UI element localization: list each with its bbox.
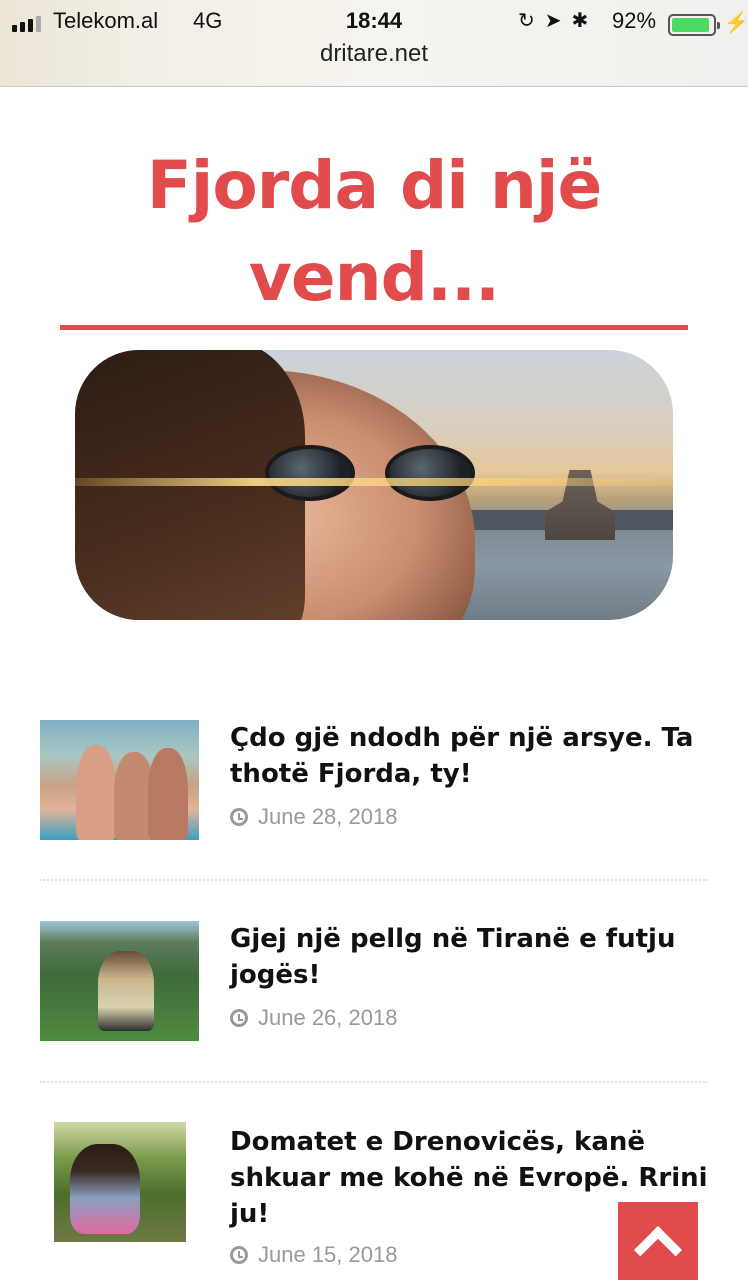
battery-icon bbox=[668, 14, 720, 36]
hero-light-flare bbox=[75, 478, 673, 486]
clock-icon bbox=[230, 1009, 248, 1027]
location-icon: ➤ bbox=[544, 10, 562, 32]
post-item[interactable]: Çdo gjë ndodh për një arsye. Ta thotë Fj… bbox=[40, 720, 708, 850]
post-title[interactable]: Çdo gjë ndodh për një arsye. Ta thotë Fj… bbox=[230, 720, 708, 792]
hero-sunglasses bbox=[265, 445, 505, 505]
status-icons: ↻ ➤ ✱ bbox=[518, 8, 588, 33]
bluetooth-icon: ✱ bbox=[571, 10, 589, 32]
thumb-figure bbox=[148, 748, 188, 840]
scroll-to-top-button[interactable] bbox=[618, 1202, 698, 1280]
thumb-person bbox=[98, 951, 154, 1031]
rotation-lock-icon: ↻ bbox=[518, 10, 535, 32]
address-bar-url[interactable]: dritare.net bbox=[0, 40, 748, 68]
clock-icon bbox=[230, 1246, 248, 1264]
post-thumbnail[interactable] bbox=[40, 921, 199, 1041]
post-divider bbox=[40, 879, 708, 881]
post-date: June 26, 2018 bbox=[230, 1005, 397, 1031]
post-item[interactable]: Domatet e Drenovicës, kanë shkuar me koh… bbox=[40, 1122, 708, 1280]
post-date: June 15, 2018 bbox=[230, 1242, 397, 1268]
browser-top-bar: Telekom.al 4G 18:44 ↻ ➤ ✱ 92% ⚡ dritare.… bbox=[0, 0, 748, 87]
post-title[interactable]: Gjej një pellg në Tiranë e futju jogës! bbox=[230, 921, 708, 993]
status-bar: Telekom.al 4G 18:44 ↻ ➤ ✱ 92% ⚡ bbox=[0, 6, 748, 36]
page-title: Fjorda di një vend... bbox=[146, 147, 603, 316]
post-date: June 28, 2018 bbox=[230, 804, 397, 830]
clock-icon bbox=[230, 808, 248, 826]
post-item[interactable]: Gjej një pellg në Tiranë e futju jogës! … bbox=[40, 921, 708, 1051]
thumb-figure bbox=[76, 745, 116, 840]
post-date-text: June 15, 2018 bbox=[258, 1242, 398, 1267]
thumb-person bbox=[70, 1144, 140, 1234]
chevron-up-icon bbox=[633, 1225, 683, 1275]
post-date-text: June 26, 2018 bbox=[258, 1005, 398, 1030]
post-thumbnail[interactable] bbox=[40, 720, 199, 840]
battery-percent: 92% bbox=[612, 8, 657, 33]
title-underline bbox=[60, 325, 688, 330]
post-thumbnail[interactable] bbox=[54, 1122, 186, 1242]
hero-image[interactable] bbox=[75, 350, 673, 620]
post-divider bbox=[40, 1081, 708, 1083]
charging-icon: ⚡ bbox=[724, 12, 748, 34]
post-date-text: June 28, 2018 bbox=[258, 804, 398, 829]
